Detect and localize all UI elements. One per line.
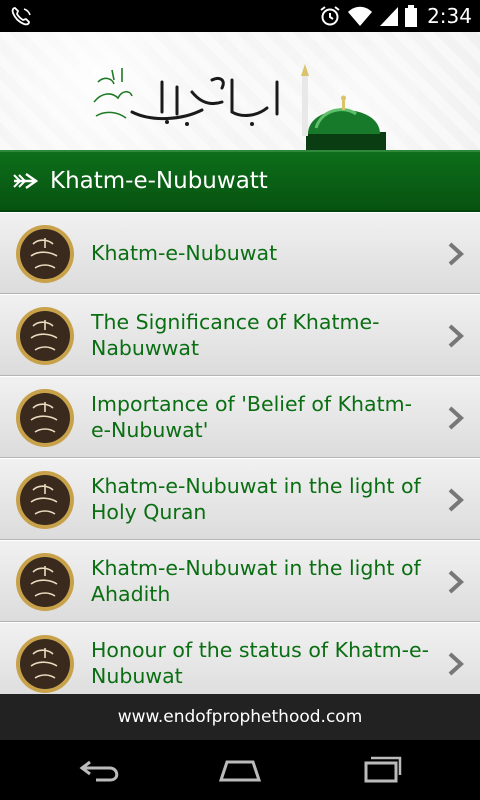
chevron-right-icon — [448, 570, 464, 594]
list-item-label: Importance of 'Belief of Khatm-e-Nubuwat… — [91, 392, 412, 442]
green-dome-icon — [301, 64, 386, 150]
list-item[interactable]: Khatm-e-Nubuwat — [0, 212, 480, 294]
footer-website-link[interactable]: www.endofprophethood.com — [0, 694, 480, 740]
topic-list: Khatm-e-Nubuwat The Significance of Khat… — [0, 212, 480, 694]
list-item-label: Khatm-e-Nubuwat in the light of Ahadith — [91, 556, 421, 606]
list-item-label: Honour of the status of Khatm-e-Nubuwat — [91, 638, 430, 688]
list-item[interactable]: Honour of the status of Khatm-e-Nubuwat — [0, 622, 480, 694]
list-item[interactable]: Importance of 'Belief of Khatm-e-Nubuwat… — [0, 376, 480, 458]
phone-icon — [11, 7, 31, 26]
arabic-calligraphy-logo — [93, 68, 279, 126]
list-item[interactable]: Khatm-e-Nubuwat in the light of Ahadith — [0, 540, 480, 622]
list-item[interactable]: Khatm-e-Nubuwat in the light of Holy Qur… — [0, 458, 480, 540]
status-time: 2:34 — [427, 4, 472, 28]
list-item[interactable]: The Significance of Khatme-Nabuwwat — [0, 294, 480, 376]
recents-icon[interactable] — [356, 754, 406, 786]
chevron-right-icon — [448, 652, 464, 676]
seal-icon — [16, 389, 74, 447]
wifi-icon — [348, 6, 373, 26]
website-url: www.endofprophethood.com — [117, 707, 363, 727]
seal-icon — [16, 635, 74, 693]
seal-icon — [16, 471, 74, 529]
chevron-right-icon — [448, 406, 464, 430]
battery-icon — [405, 5, 418, 27]
status-bar: 2:34 — [0, 0, 480, 32]
chevron-right-icon — [448, 488, 464, 512]
back-icon[interactable] — [76, 754, 126, 786]
list-item-label: The Significance of Khatme-Nabuwwat — [91, 310, 380, 360]
chevron-right-icon — [448, 324, 464, 348]
seal-icon — [16, 307, 74, 365]
seal-icon — [16, 225, 74, 283]
alarm-icon — [320, 6, 340, 26]
page-title: Khatm-e-Nubuwatt — [50, 168, 268, 194]
header-banner — [0, 32, 480, 150]
chevron-right-icon — [448, 242, 464, 266]
title-bar: Khatm-e-Nubuwatt — [0, 150, 480, 212]
list-item-label: Khatm-e-Nubuwat — [91, 241, 278, 265]
signal-icon — [380, 7, 399, 26]
list-item-label: Khatm-e-Nubuwat in the light of Holy Qur… — [91, 474, 421, 524]
seal-icon — [16, 553, 74, 611]
arrow-icon — [13, 173, 38, 189]
navigation-bar — [0, 740, 480, 800]
home-icon[interactable] — [215, 754, 265, 786]
